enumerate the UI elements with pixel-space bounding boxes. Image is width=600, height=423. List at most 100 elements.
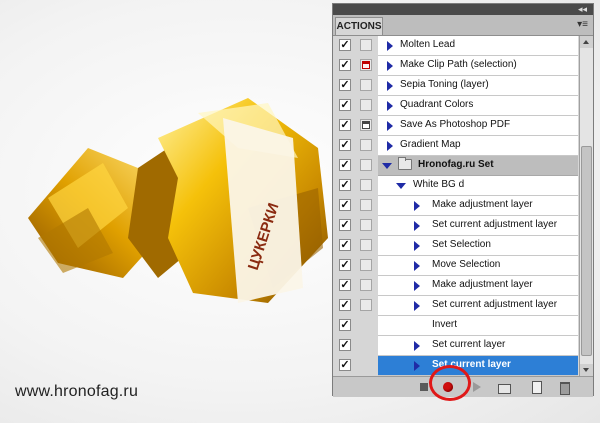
action-row[interactable]: ✓ Save As Photoshop PDF (333, 116, 578, 136)
step-label: Set current layer (432, 339, 506, 350)
action-label: Quadrant Colors (400, 99, 474, 110)
toggle-item-checkbox[interactable]: ✓ (339, 359, 351, 371)
action-row[interactable]: ✓ Quadrant Colors (333, 96, 578, 116)
step-label: Invert (432, 319, 458, 330)
collapse-arrow-icon[interactable] (382, 163, 392, 169)
toggle-item-checkbox[interactable]: ✓ (339, 179, 351, 191)
step-row[interactable]: ✓ Set current adjustment layer (333, 296, 578, 316)
expand-arrow-icon[interactable] (414, 221, 420, 231)
toggle-dialog-box[interactable] (360, 59, 372, 71)
toggle-item-checkbox[interactable]: ✓ (339, 119, 351, 131)
expand-arrow-icon[interactable] (414, 341, 420, 351)
toggle-item-checkbox[interactable]: ✓ (339, 79, 351, 91)
step-label: Move Selection (432, 259, 501, 270)
action-label: Sepia Toning (layer) (400, 79, 489, 90)
action-row[interactable]: ✓ Molten Lead (333, 36, 578, 56)
toggle-item-checkbox[interactable]: ✓ (339, 59, 351, 71)
toggle-item-checkbox[interactable]: ✓ (339, 239, 351, 251)
step-row[interactable]: ✓ Invert (333, 316, 578, 336)
step-label: Make adjustment layer (432, 199, 533, 210)
toggle-item-checkbox[interactable]: ✓ (339, 259, 351, 271)
expand-arrow-icon[interactable] (414, 261, 420, 271)
panel-titlebar[interactable]: ◂◂ (333, 4, 593, 15)
action-label: Gradient Map (400, 139, 461, 150)
expand-arrow-icon[interactable] (414, 241, 420, 251)
toggle-dialog-box[interactable] (360, 199, 372, 211)
toggle-dialog-box[interactable] (360, 179, 372, 191)
toggle-item-checkbox[interactable]: ✓ (339, 159, 351, 171)
delete-icon[interactable] (557, 380, 571, 395)
collapse-icon[interactable]: ◂◂ (578, 4, 587, 15)
expand-arrow-icon[interactable] (414, 301, 420, 311)
expand-arrow-icon[interactable] (387, 141, 393, 151)
step-label: Set Selection (432, 239, 491, 250)
expand-arrow-icon[interactable] (414, 281, 420, 291)
expand-arrow-icon[interactable] (414, 361, 420, 371)
dialog-red-icon (362, 61, 370, 69)
new-set-icon[interactable] (497, 380, 511, 394)
toggle-dialog-box[interactable] (360, 279, 372, 291)
toggle-item-checkbox[interactable]: ✓ (339, 139, 351, 151)
step-label: Make adjustment layer (432, 279, 533, 290)
scroll-down-icon[interactable] (580, 364, 593, 376)
toggle-dialog-box[interactable] (360, 299, 372, 311)
panel-tab-bar: ACTIONS ▾≡ (333, 15, 593, 36)
actions-list: ✓ Molten Lead ✓ Make Clip Path (selectio… (333, 36, 578, 376)
watermark-text: www.hronofag.ru (15, 383, 139, 400)
tab-actions[interactable]: ACTIONS (335, 17, 383, 35)
play-icon[interactable] (469, 380, 483, 394)
action-row[interactable]: ✓ Make Clip Path (selection) (333, 56, 578, 76)
scroll-thumb[interactable] (581, 146, 592, 356)
expand-arrow-icon[interactable] (414, 201, 420, 211)
step-row[interactable]: ✓ Make adjustment layer (333, 196, 578, 216)
folder-icon (398, 157, 412, 170)
step-row[interactable]: ✓ Make adjustment layer (333, 276, 578, 296)
expand-arrow-icon[interactable] (387, 61, 393, 71)
expand-arrow-icon[interactable] (387, 121, 393, 131)
toggle-dialog-box[interactable] (360, 39, 372, 51)
action-set-row[interactable]: ✓ Hronofag.ru Set (333, 156, 578, 176)
toggle-item-checkbox[interactable]: ✓ (339, 299, 351, 311)
new-action-icon[interactable] (529, 380, 543, 394)
set-label: Hronofag.ru Set (418, 159, 494, 170)
toggle-dialog-box[interactable] (360, 239, 372, 251)
action-label: Make Clip Path (selection) (400, 59, 517, 70)
panel-menu-icon[interactable]: ▾≡ (577, 19, 588, 30)
toggle-item-checkbox[interactable]: ✓ (339, 219, 351, 231)
step-label: Set current adjustment layer (432, 299, 558, 310)
step-row[interactable]: ✓ Set current layer (333, 336, 578, 356)
expand-arrow-icon[interactable] (387, 41, 393, 51)
action-label: Molten Lead (400, 39, 456, 50)
expand-arrow-icon[interactable] (387, 101, 393, 111)
toggle-dialog-box[interactable] (360, 259, 372, 271)
step-row[interactable]: ✓ Set Selection (333, 236, 578, 256)
toggle-item-checkbox[interactable]: ✓ (339, 279, 351, 291)
actions-scrollbar[interactable] (579, 36, 593, 376)
toggle-item-checkbox[interactable]: ✓ (339, 199, 351, 211)
scroll-up-icon[interactable] (580, 36, 593, 48)
toggle-item-checkbox[interactable]: ✓ (339, 339, 351, 351)
toggle-dialog-box[interactable] (360, 219, 372, 231)
toggle-item-checkbox[interactable]: ✓ (339, 319, 351, 331)
action-label: Save As Photoshop PDF (400, 119, 511, 130)
expand-arrow-icon[interactable] (387, 81, 393, 91)
toggle-dialog-box[interactable] (360, 139, 372, 151)
step-row[interactable]: ✓ Move Selection (333, 256, 578, 276)
action-row[interactable]: ✓ Sepia Toning (layer) (333, 76, 578, 96)
action-row[interactable]: ✓ Gradient Map (333, 136, 578, 156)
actions-panel: ◂◂ ACTIONS ▾≡ ✓ Molten Lead ✓ Make Clip … (332, 3, 594, 397)
step-row[interactable]: ✓ Set current adjustment layer (333, 216, 578, 236)
collapse-arrow-icon[interactable] (396, 183, 406, 189)
action-label: White BG d (413, 179, 465, 190)
toggle-item-checkbox[interactable]: ✓ (339, 99, 351, 111)
step-label: Set current adjustment layer (432, 219, 558, 230)
toggle-item-checkbox[interactable]: ✓ (339, 39, 351, 51)
candy-image: ЦУКЕРКИ (28, 98, 328, 303)
toggle-dialog-box[interactable] (360, 79, 372, 91)
dialog-dark-icon (362, 121, 370, 129)
toggle-dialog-box[interactable] (360, 119, 372, 131)
toggle-dialog-box[interactable] (360, 99, 372, 111)
action-row[interactable]: ✓ White BG d (333, 176, 578, 196)
record-highlight-circle (429, 365, 471, 401)
toggle-dialog-box[interactable] (360, 159, 372, 171)
